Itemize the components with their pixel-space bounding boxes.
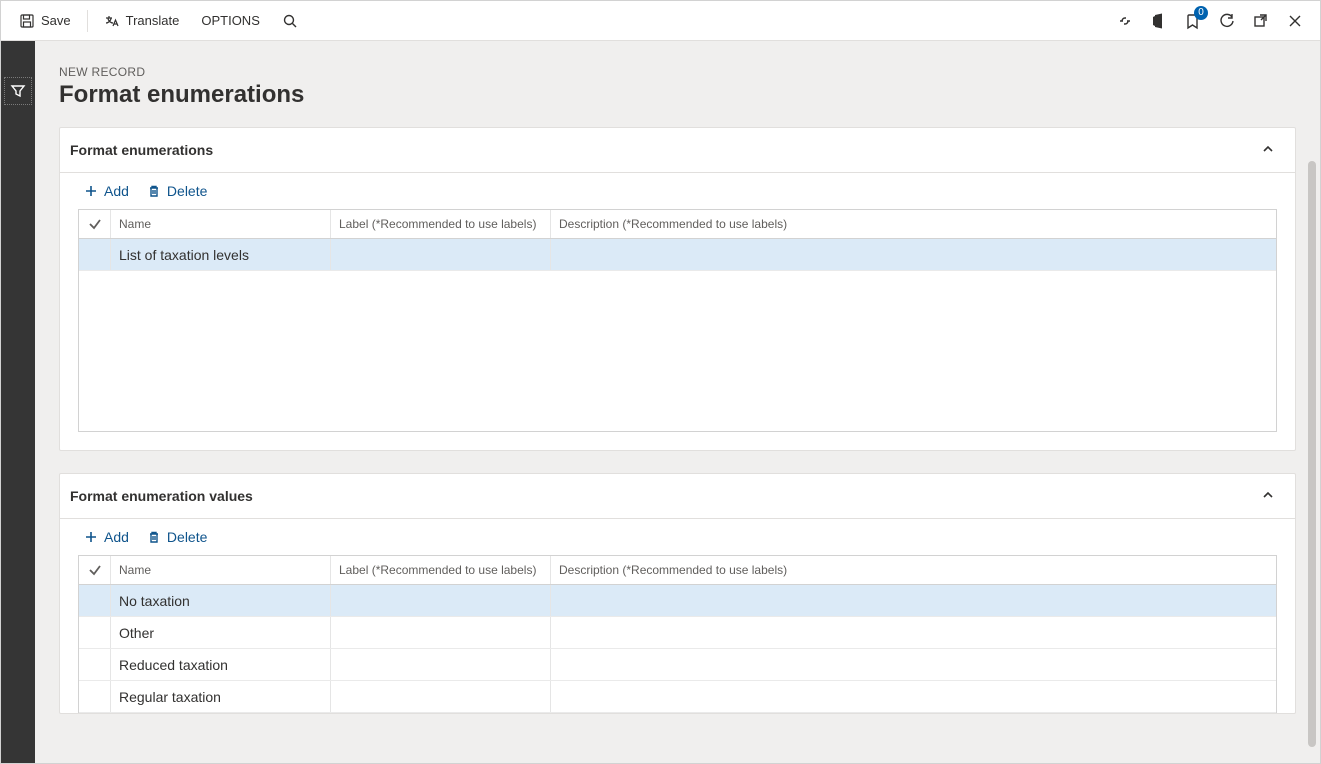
toolbar-left: Save Translate OPTIONS (9, 1, 308, 41)
search-button[interactable] (272, 1, 308, 41)
options-button[interactable]: OPTIONS (191, 1, 270, 41)
panel-header[interactable]: Format enumerations (60, 128, 1295, 173)
translate-icon (104, 13, 120, 29)
refresh-icon[interactable] (1218, 12, 1236, 30)
table-row[interactable]: No taxation (79, 585, 1276, 617)
add-button[interactable]: Add (84, 183, 129, 199)
row-select-cell[interactable] (79, 239, 111, 270)
save-icon (19, 13, 35, 29)
cell-label[interactable] (331, 617, 551, 648)
chevron-up-icon[interactable] (1261, 488, 1277, 504)
delete-button[interactable]: Delete (147, 183, 207, 199)
app-toolbar: Save Translate OPTIONS (1, 1, 1320, 41)
table-row[interactable]: Other (79, 617, 1276, 649)
chevron-up-icon[interactable] (1261, 142, 1277, 158)
options-label: OPTIONS (201, 13, 260, 28)
column-name[interactable]: Name (111, 556, 331, 584)
cell-label[interactable] (331, 649, 551, 680)
table-row[interactable]: Reduced taxation (79, 649, 1276, 681)
notification-badge: 0 (1194, 6, 1208, 20)
delete-label: Delete (167, 183, 207, 199)
panel-format-enumerations: Format enumerations Add Delete (59, 127, 1296, 451)
cell-description[interactable] (551, 681, 861, 712)
cell-name[interactable]: List of taxation levels (111, 239, 331, 270)
notifications-icon[interactable]: 0 (1184, 12, 1202, 30)
cell-label[interactable] (331, 585, 551, 616)
panel-header[interactable]: Format enumeration values (60, 474, 1295, 519)
cell-description[interactable] (551, 585, 861, 616)
cell-name[interactable]: No taxation (111, 585, 331, 616)
table-row[interactable]: List of taxation levels (79, 239, 1276, 271)
search-icon (282, 13, 298, 29)
delete-button[interactable]: Delete (147, 529, 207, 545)
column-select[interactable] (79, 210, 111, 238)
close-icon[interactable] (1286, 12, 1304, 30)
add-label: Add (104, 183, 129, 199)
column-name[interactable]: Name (111, 210, 331, 238)
column-select[interactable] (79, 556, 111, 584)
office-icon[interactable] (1150, 12, 1168, 30)
panel-toolbar: Add Delete (60, 173, 1295, 209)
body-area: NEW RECORD Format enumerations Format en… (1, 41, 1320, 763)
row-select-cell[interactable] (79, 681, 111, 712)
grid-body: No taxation Other Reduced taxa (79, 585, 1276, 713)
row-select-cell[interactable] (79, 585, 111, 616)
save-label: Save (41, 13, 71, 28)
grid-header: Name Label (*Recommended to use labels) … (79, 556, 1276, 585)
grid-format-enumeration-values: Name Label (*Recommended to use labels) … (78, 555, 1277, 713)
cell-label[interactable] (331, 239, 551, 270)
toolbar-right: 0 (1116, 12, 1312, 30)
translate-button[interactable]: Translate (94, 1, 190, 41)
panel-title: Format enumerations (70, 142, 213, 158)
cell-description[interactable] (551, 649, 861, 680)
column-description[interactable]: Description (*Recommended to use labels) (551, 556, 861, 584)
grid-header: Name Label (*Recommended to use labels) … (79, 210, 1276, 239)
content-area: NEW RECORD Format enumerations Format en… (35, 41, 1320, 763)
link-icon[interactable] (1116, 12, 1134, 30)
cell-description[interactable] (551, 617, 861, 648)
filter-button[interactable] (4, 77, 32, 105)
scrollbar[interactable] (1308, 161, 1316, 747)
panel-toolbar: Add Delete (60, 519, 1295, 555)
left-sidebar (1, 41, 35, 763)
column-label[interactable]: Label (*Recommended to use labels) (331, 556, 551, 584)
cell-name[interactable]: Regular taxation (111, 681, 331, 712)
cell-name[interactable]: Other (111, 617, 331, 648)
delete-label: Delete (167, 529, 207, 545)
supertitle: NEW RECORD (59, 65, 1296, 79)
app-window: Save Translate OPTIONS (0, 0, 1321, 764)
cell-label[interactable] (331, 681, 551, 712)
grid-body: List of taxation levels (79, 239, 1276, 431)
panel-format-enumeration-values: Format enumeration values Add Delete (59, 473, 1296, 714)
cell-name[interactable]: Reduced taxation (111, 649, 331, 680)
cell-description[interactable] (551, 239, 861, 270)
save-button[interactable]: Save (9, 1, 81, 41)
column-label[interactable]: Label (*Recommended to use labels) (331, 210, 551, 238)
table-row[interactable]: Regular taxation (79, 681, 1276, 713)
add-button[interactable]: Add (84, 529, 129, 545)
row-select-cell[interactable] (79, 649, 111, 680)
grid-empty-space (79, 271, 1276, 431)
add-label: Add (104, 529, 129, 545)
page-title: Format enumerations (59, 81, 1296, 109)
row-select-cell[interactable] (79, 617, 111, 648)
panel-title: Format enumeration values (70, 488, 253, 504)
toolbar-separator (87, 10, 88, 32)
grid-format-enumerations: Name Label (*Recommended to use labels) … (78, 209, 1277, 432)
column-description[interactable]: Description (*Recommended to use labels) (551, 210, 861, 238)
popout-icon[interactable] (1252, 12, 1270, 30)
translate-label: Translate (126, 13, 180, 28)
